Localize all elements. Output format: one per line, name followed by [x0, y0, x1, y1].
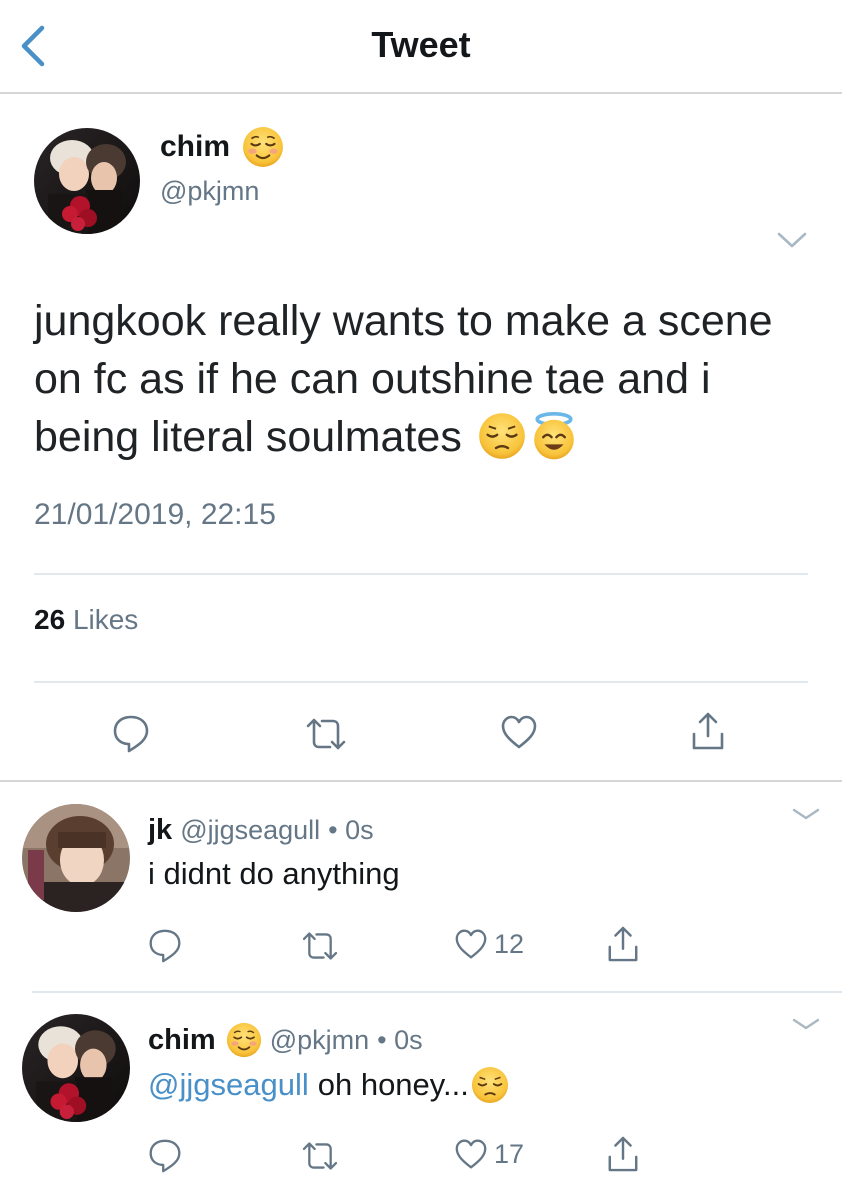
share-icon	[692, 712, 724, 750]
page-title: Tweet	[371, 24, 471, 65]
tweet-actions	[34, 710, 808, 760]
reply-author-handle[interactable]: @jjgseagull	[180, 815, 320, 846]
retweet-button[interactable]	[300, 1140, 340, 1172]
smiling-face-icon	[242, 126, 285, 168]
reply-icon	[149, 1139, 181, 1173]
reply-header: jk @jjgseagull • 0s	[148, 814, 374, 847]
reply-icon	[149, 929, 181, 963]
author-handle[interactable]: @pkjmn	[160, 176, 259, 207]
heart-icon	[501, 715, 537, 749]
retweet-button[interactable]	[304, 716, 348, 752]
pensive-face-icon	[470, 1066, 509, 1104]
share-icon	[608, 1136, 638, 1172]
author-name-row[interactable]: chim	[160, 126, 285, 168]
share-button[interactable]	[690, 710, 726, 752]
reply-author-name[interactable]: jk	[148, 814, 172, 847]
mention-link[interactable]: @jjgseagull	[148, 1067, 309, 1103]
like-count: 17	[494, 1138, 525, 1169]
reply-author-name[interactable]: chim	[148, 1024, 216, 1057]
chevron-down-icon[interactable]	[790, 1014, 822, 1034]
share-button[interactable]	[606, 924, 640, 964]
reply-button[interactable]	[148, 1138, 182, 1174]
reply-button[interactable]	[112, 714, 150, 754]
like-count: 12	[494, 928, 525, 959]
reply-actions: 12	[148, 924, 808, 972]
reply-text: i didnt do anything	[148, 856, 400, 891]
avatar[interactable]	[34, 128, 140, 234]
tweet-body: jungkook really wants to make a scene on…	[34, 297, 773, 461]
smiling-face-icon	[225, 1022, 262, 1058]
divider	[34, 681, 808, 683]
reply-tweet[interactable]: jk @jjgseagull • 0s i didnt do anything …	[0, 784, 842, 990]
tweet-text: jungkook really wants to make a scene on…	[34, 292, 814, 466]
reply-time: • 0s	[377, 1024, 423, 1055]
like-button[interactable]	[500, 714, 538, 750]
share-icon	[608, 926, 638, 962]
chevron-down-icon[interactable]	[776, 230, 808, 250]
retweet-icon	[302, 1142, 338, 1170]
divider	[32, 991, 842, 993]
avatar[interactable]	[22, 804, 130, 912]
reply-button[interactable]	[148, 928, 182, 964]
chevron-down-icon[interactable]	[790, 804, 822, 824]
reply-icon	[113, 715, 149, 753]
retweet-icon	[302, 932, 338, 960]
likes-label: Likes	[72, 604, 139, 635]
main-tweet: chim @pkjmn jungkook really wants to mak…	[0, 96, 842, 782]
heart-icon	[455, 1139, 487, 1169]
avatar[interactable]	[22, 1014, 130, 1122]
reply-time: • 0s	[328, 815, 374, 845]
heart-icon	[455, 929, 487, 959]
smiling-face-with-halo-icon	[532, 411, 576, 460]
reply-text: @jjgseagull oh honey...	[148, 1066, 509, 1104]
divider	[34, 573, 808, 575]
navigation-bar: Tweet	[0, 0, 842, 94]
share-button[interactable]	[606, 1134, 640, 1174]
retweet-icon	[306, 718, 346, 750]
likes-count[interactable]: 26 Likes	[34, 604, 138, 636]
reply-actions: 17	[148, 1134, 808, 1182]
reply-body: oh honey...	[317, 1067, 469, 1102]
reply-author-handle[interactable]: @pkjmn	[270, 1025, 369, 1056]
likes-number: 26	[34, 604, 66, 635]
like-button[interactable]: 17	[454, 1138, 524, 1170]
author-name[interactable]: chim	[160, 130, 230, 164]
reply-tweet[interactable]: chim @pkjmn • 0s @jjgseagull oh honey...…	[0, 994, 842, 1200]
like-button[interactable]: 12	[454, 928, 524, 960]
tweet-timestamp: 21/01/2019, 22:15	[34, 498, 276, 531]
reply-header: chim @pkjmn • 0s	[148, 1022, 423, 1058]
retweet-button[interactable]	[300, 930, 340, 962]
pensive-face-icon	[477, 411, 526, 460]
